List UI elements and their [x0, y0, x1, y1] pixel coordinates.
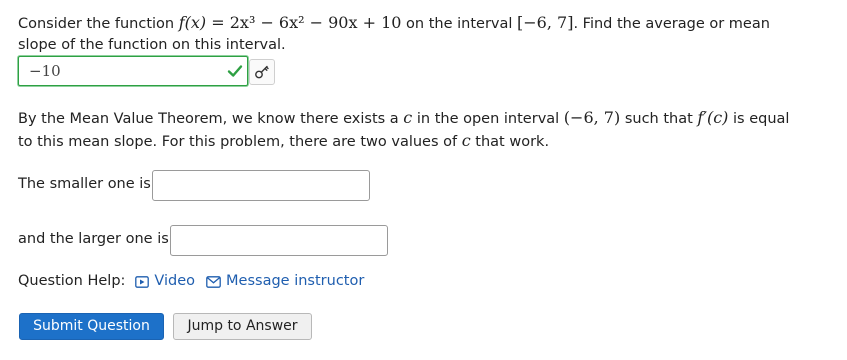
question-line-1: Consider the function f(x) = 2x³ − 6x² −… [18, 13, 770, 32]
derivative-expression: f′(c) [697, 108, 729, 127]
mean-slope-answer-field[interactable]: −10 [18, 56, 248, 86]
submit-question-button[interactable]: Submit Question [19, 313, 164, 340]
larger-value-input[interactable] [170, 225, 388, 256]
check-icon [227, 65, 243, 77]
smaller-value-input[interactable] [152, 170, 370, 201]
envelope-icon [206, 275, 221, 288]
mvt-line-2: to this mean slope. For this problem, th… [18, 131, 550, 150]
key-icon[interactable] [249, 59, 275, 85]
smaller-label: The smaller one is [18, 176, 151, 192]
question-help-label: Question Help: [18, 273, 126, 289]
open-interval: (−6, 7) [563, 108, 621, 127]
question-text: Consider the function f(x) = 2x³ − 6x² −… [18, 12, 770, 56]
mvt-line-1: By the Mean Value Theorem, we know there… [18, 108, 790, 127]
interval: [−6, 7] [517, 13, 574, 32]
jump-to-answer-button[interactable]: Jump to Answer [173, 313, 312, 340]
question-help: Question Help: Video Message instructor [18, 271, 364, 292]
message-instructor-link[interactable]: Message instructor [206, 271, 364, 292]
function-expression: f(x) = 2x³ − 6x² − 90x + 10 [178, 13, 402, 32]
question-line-2: slope of the function on this interval. [18, 37, 286, 53]
larger-label: and the larger one is [18, 231, 169, 247]
video-icon [135, 275, 150, 288]
mvt-text: By the Mean Value Theorem, we know there… [18, 107, 789, 153]
video-link[interactable]: Video [135, 271, 195, 292]
mean-slope-answer-value: −10 [29, 62, 61, 80]
